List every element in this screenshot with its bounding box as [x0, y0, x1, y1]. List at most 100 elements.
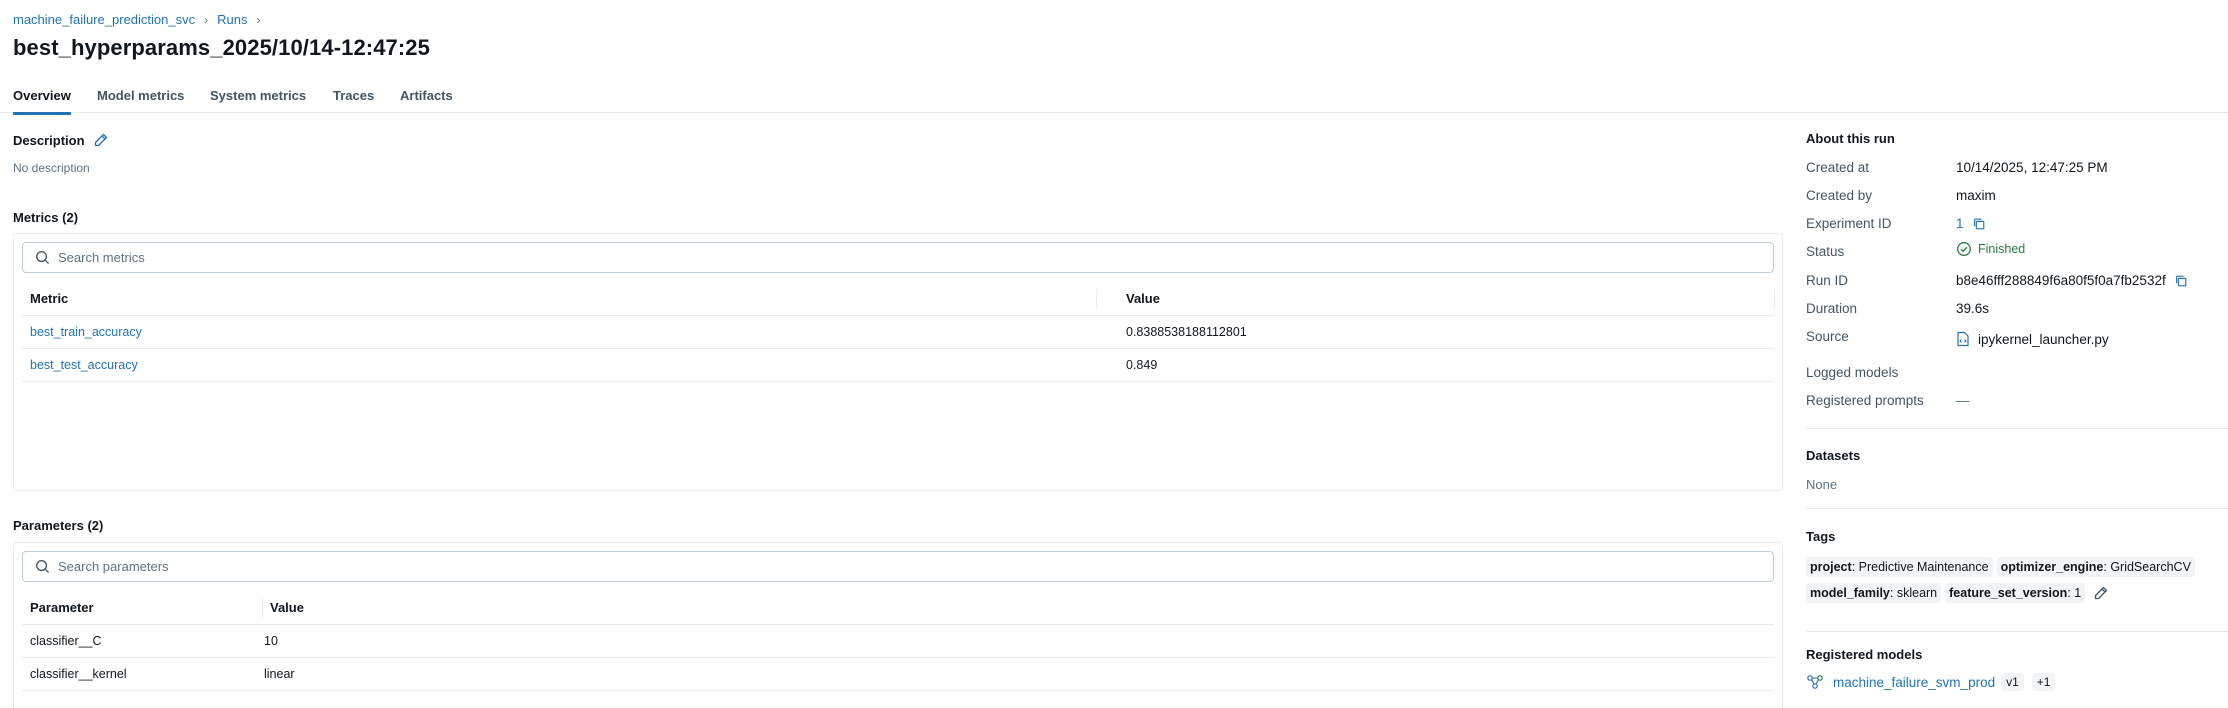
metrics-table-header: Metric Value — [22, 282, 1775, 316]
datasets-title: Datasets — [1806, 448, 1861, 463]
metric-value: 0.849 — [1126, 358, 1158, 372]
tab-traces[interactable]: Traces — [333, 88, 374, 112]
duration-label: Duration — [1806, 301, 1858, 316]
breadcrumb-runs-link[interactable]: Runs — [217, 12, 247, 27]
edit-description-icon[interactable] — [93, 132, 109, 148]
tag-chip: project: Predictive Maintenance — [1806, 557, 1993, 577]
tags-title: Tags — [1806, 529, 1836, 544]
tag-value: : 1 — [2067, 586, 2082, 600]
metrics-table: Metric Value best_train_accuracy 0.83885… — [22, 282, 1775, 382]
status-text: Finished — [1978, 242, 2026, 256]
duration-value: 39.6s — [1956, 301, 1990, 316]
tab-bar: Overview Model metrics System metrics Tr… — [0, 84, 2228, 115]
metric-link[interactable]: best_train_accuracy — [22, 316, 142, 348]
parameter-value: 10 — [264, 634, 278, 648]
tag-key: optimizer_engine — [2000, 560, 2104, 574]
run-id-value: b8e46fff288849f6a80f5f0a7fb2532f — [1956, 273, 2166, 288]
parameter-name: classifier__kernel — [30, 667, 127, 681]
metric-value: 0.8388538188112801 — [1126, 325, 1247, 339]
source-value[interactable]: ipykernel_launcher.py — [1978, 332, 2109, 347]
metrics-panel: Metric Value best_train_accuracy 0.83885… — [13, 233, 1783, 491]
model-icon — [1807, 675, 1823, 689]
check-circle-icon — [1957, 242, 1971, 256]
edit-tags-icon[interactable] — [2093, 585, 2109, 601]
table-row: best_test_accuracy 0.849 — [22, 349, 1774, 382]
experiment-id-link[interactable]: 1 — [1956, 216, 1964, 231]
parameters-table: Parameter Value classifier__C 10 classif… — [22, 591, 1774, 691]
metrics-search-input[interactable] — [58, 250, 1623, 265]
divider — [1806, 631, 2228, 632]
source-row: ipykernel_launcher.py — [1956, 331, 2109, 347]
metric-link[interactable]: best_test_accuracy — [22, 349, 138, 381]
created-at-label: Created at — [1806, 160, 1870, 175]
column-divider — [1774, 289, 1775, 309]
metrics-title: Metrics (2) — [13, 210, 79, 225]
datasets-value: None — [1806, 477, 1838, 492]
source-label: Source — [1806, 329, 1849, 344]
tab-artifacts[interactable]: Artifacts — [400, 88, 453, 112]
tag-value: : sklearn — [1889, 586, 1938, 600]
tag-chip: optimizer_engine: GridSearchCV — [1996, 557, 2195, 577]
experiment-id-label: Experiment ID — [1806, 216, 1892, 231]
search-icon — [36, 251, 50, 265]
page-title: best_hyperparams_2025/10/14-12:47:25 — [13, 35, 430, 60]
created-at-value: 10/14/2025, 12:47:25 PM — [1956, 160, 2108, 175]
created-by-link[interactable]: maxim — [1956, 188, 1996, 203]
experiment-id-row: 1 — [1956, 216, 1986, 231]
copy-icon[interactable] — [2174, 274, 2188, 288]
registered-model-row: machine_failure_svm_prod v1 +1 — [1806, 673, 2056, 691]
logged-models-label: Logged models — [1806, 365, 1899, 380]
description-text: No description — [13, 161, 90, 175]
tag-value: : Predictive Maintenance — [1851, 560, 1989, 574]
column-header-parameter: Parameter — [30, 600, 94, 615]
registered-model-link[interactable]: machine_failure_svm_prod — [1833, 675, 1995, 690]
run-id-label: Run ID — [1806, 273, 1849, 288]
column-header-metric: Metric — [30, 291, 69, 306]
registered-prompts-label: Registered prompts — [1806, 393, 1924, 408]
tag-key: model_family — [1810, 586, 1890, 600]
registered-models-title: Registered models — [1806, 647, 1923, 662]
tags-list: project: Predictive Maintenance optimize… — [1806, 557, 2228, 603]
notebook-file-icon — [1957, 331, 1969, 347]
status-row: Finished — [1956, 241, 2025, 257]
divider — [1806, 508, 2228, 509]
column-header-value: Value — [270, 600, 304, 615]
search-icon — [36, 560, 50, 574]
tab-model-metrics[interactable]: Model metrics — [97, 88, 184, 112]
description-title: Description — [13, 133, 85, 148]
status-label: Status — [1806, 244, 1845, 259]
divider — [1806, 428, 2228, 429]
parameters-panel: Parameter Value classifier__C 10 classif… — [13, 542, 1783, 708]
parameter-value: linear — [264, 667, 295, 681]
run-id-row: b8e46fff288849f6a80f5f0a7fb2532f — [1956, 273, 2188, 288]
model-version-badge[interactable]: v1 — [2001, 673, 2024, 691]
tag-value: : GridSearchCV — [2103, 560, 2191, 574]
chevron-right-icon: › — [204, 12, 209, 27]
registered-prompts-value: — — [1956, 393, 1970, 408]
breadcrumb: machine_failure_prediction_svc › Runs › — [13, 12, 269, 27]
tag-chip: feature_set_version: 1 — [1945, 583, 2086, 603]
parameters-search-input[interactable] — [58, 559, 1623, 574]
metrics-search[interactable] — [22, 242, 1774, 273]
parameter-name: classifier__C — [30, 634, 102, 648]
table-row: classifier__kernel linear — [22, 658, 1774, 691]
copy-icon[interactable] — [1972, 217, 1986, 231]
parameters-title: Parameters (2) — [13, 518, 104, 533]
tab-system-metrics[interactable]: System metrics — [210, 88, 306, 112]
column-divider — [1096, 289, 1097, 309]
parameters-search[interactable] — [22, 551, 1774, 582]
table-row: classifier__C 10 — [22, 625, 1774, 658]
breadcrumb-experiment-link[interactable]: machine_failure_prediction_svc — [13, 12, 195, 27]
tag-chip: model_family: sklearn — [1806, 583, 1942, 603]
tag-key: project — [1810, 560, 1852, 574]
tag-key: feature_set_version — [1949, 586, 2068, 600]
tab-overview[interactable]: Overview — [13, 88, 71, 115]
about-title: About this run — [1806, 131, 1895, 146]
table-row: best_train_accuracy 0.8388538188112801 — [22, 316, 1774, 349]
parameters-table-header: Parameter Value — [22, 591, 1774, 625]
status-badge: Finished — [1956, 241, 2025, 257]
chevron-right-icon: › — [256, 12, 261, 27]
column-header-value: Value — [1126, 291, 1160, 306]
created-by-label: Created by — [1806, 188, 1873, 203]
more-models-badge[interactable]: +1 — [2031, 673, 2056, 691]
